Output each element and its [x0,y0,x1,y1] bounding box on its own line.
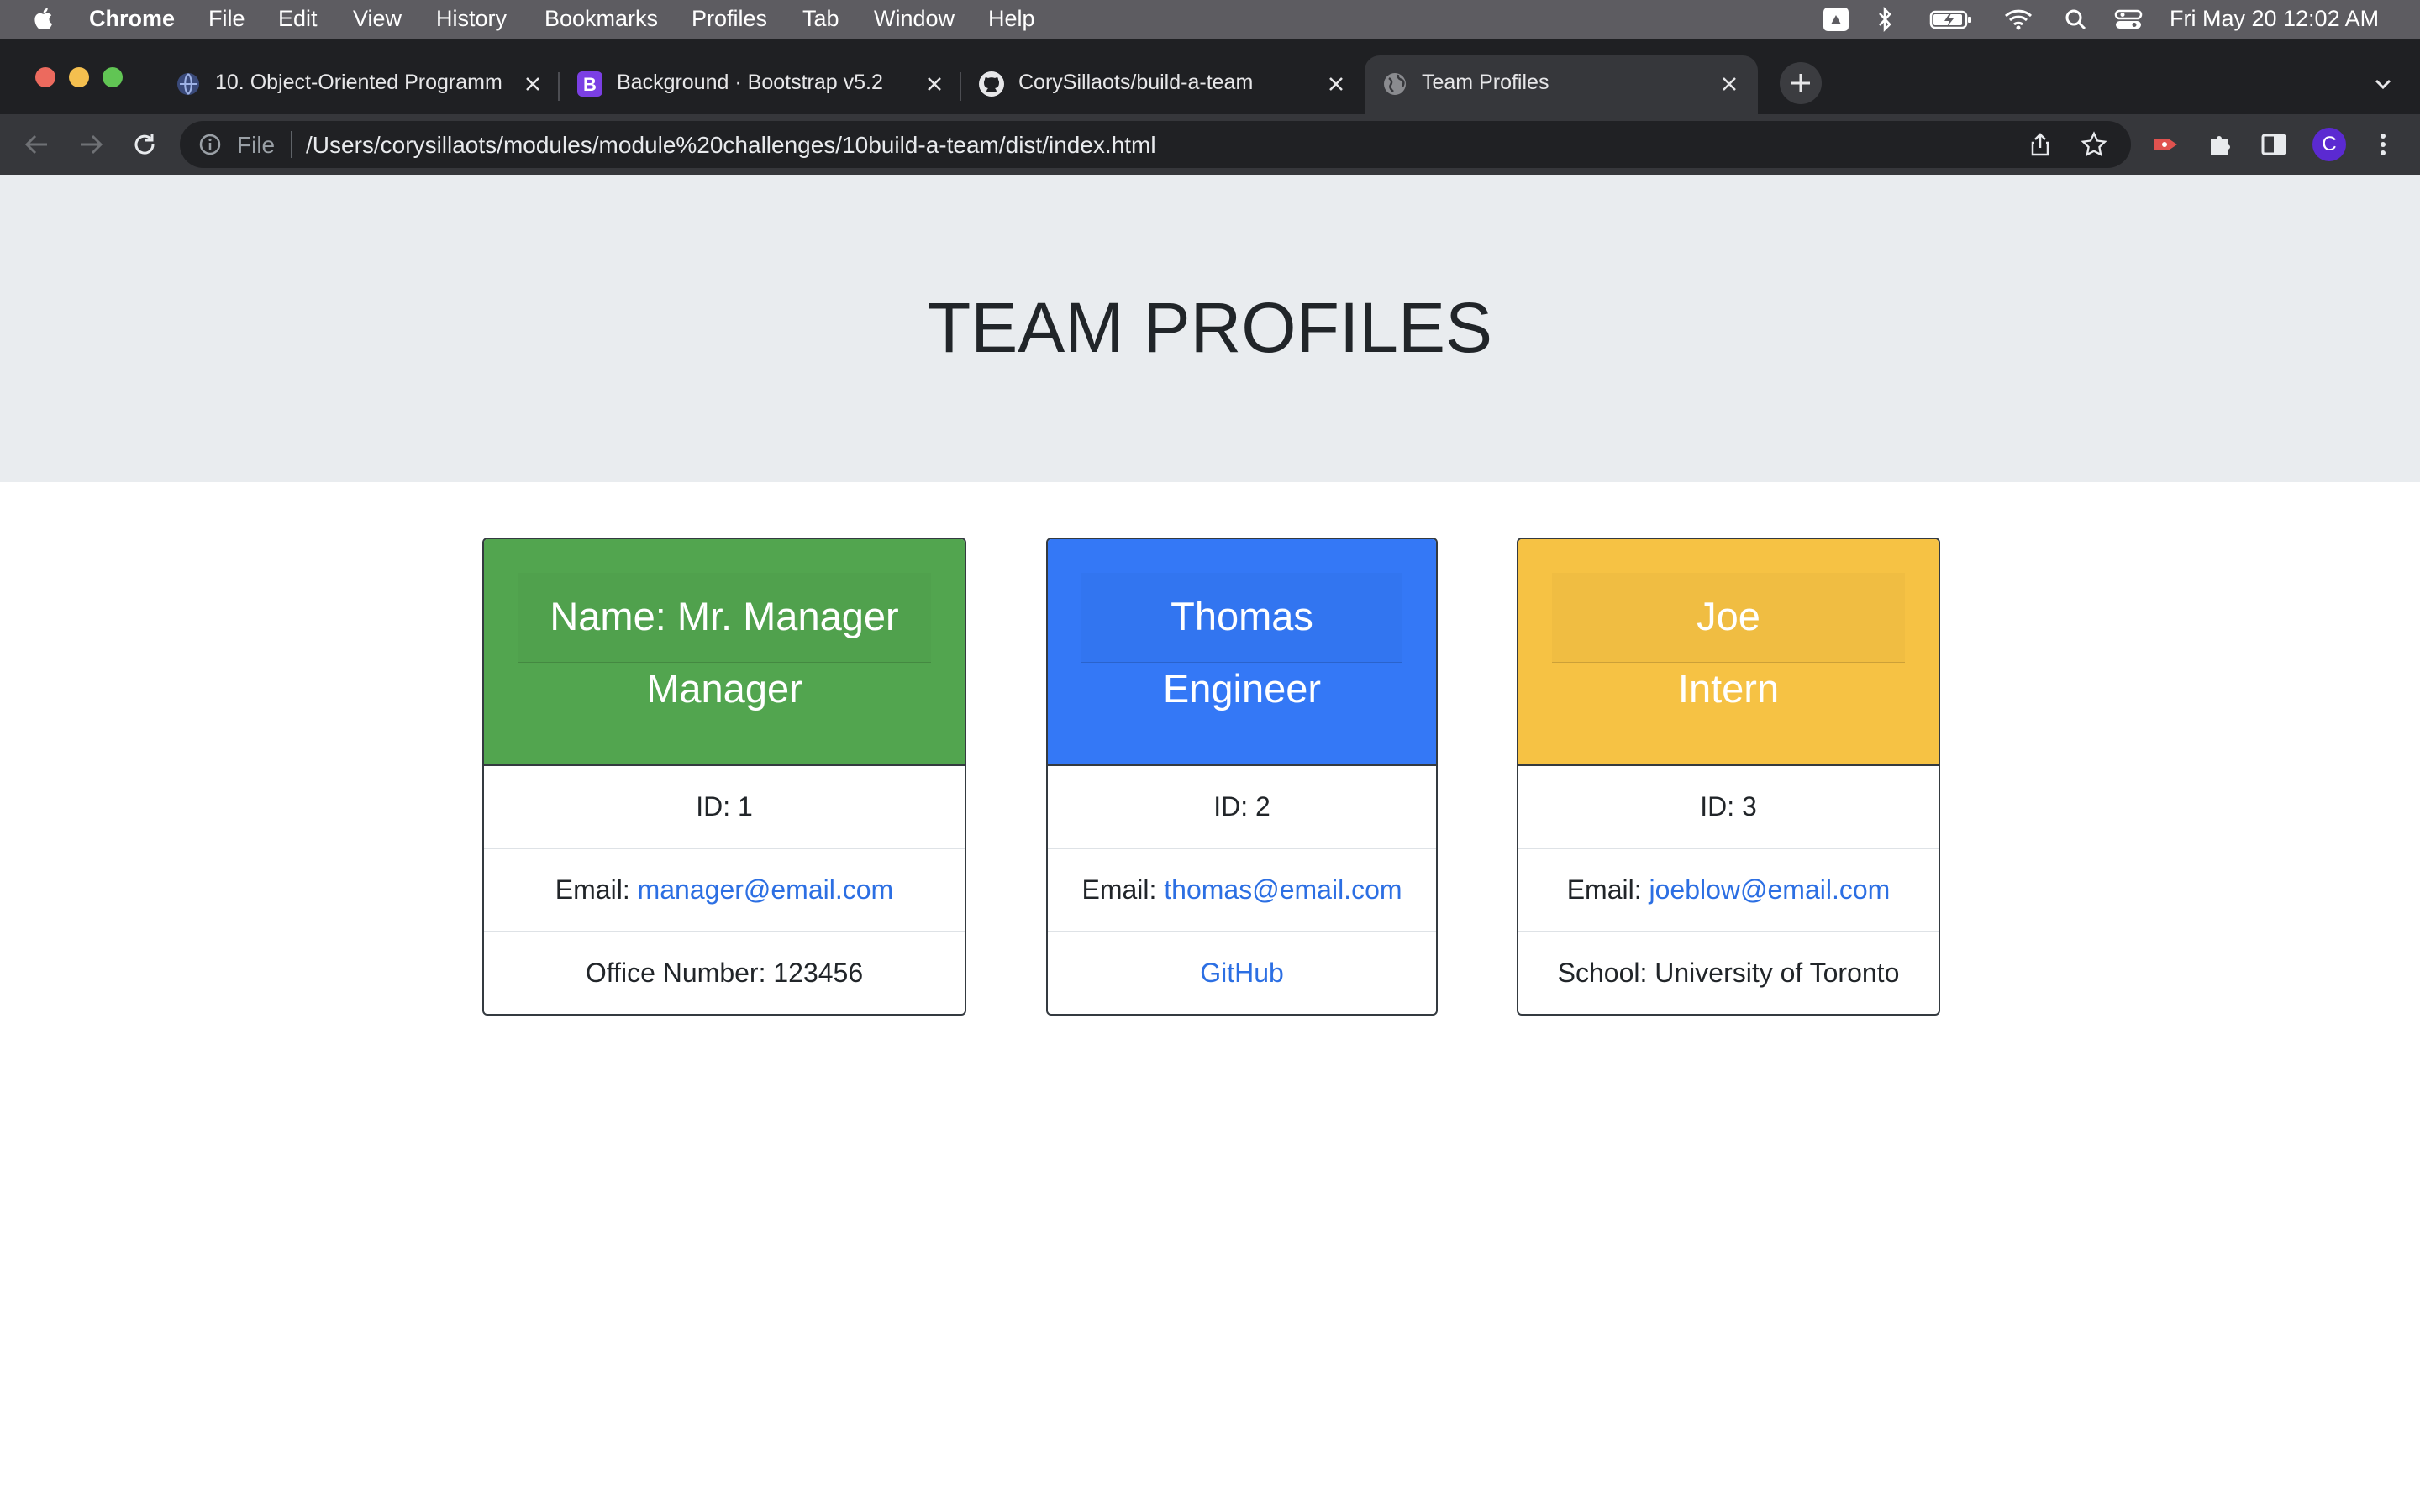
menu-edit[interactable]: Edit [278,6,318,32]
google-drive-icon[interactable] [1822,6,1850,33]
menubar-clock[interactable]: Fri May 20 12:02 AM [2170,6,2379,32]
card-name-box: Name: Mr. Manager [518,573,931,663]
tab-title: CorySillaots/build-a-team [1018,71,1254,94]
employee-role: Manager [646,666,802,711]
window-minimize-button[interactable] [69,67,89,87]
office-number: Office Number: 123456 [484,931,965,1014]
email-link[interactable]: manager@email.com [638,874,894,905]
tab-separator [960,72,961,101]
menu-app-name[interactable]: Chrome [89,6,175,32]
card-details-list: ID: 2 Email: thomas@email.com GitHub [1048,764,1436,1014]
email-link[interactable]: thomas@email.com [1164,874,1402,905]
profile-avatar[interactable]: C [2312,128,2346,161]
employee-card-engineer: Thomas Engineer ID: 2 Email: thomas@emai… [1046,538,1438,1016]
employee-name: Thomas [1171,594,1313,638]
extensions-puzzle-icon[interactable] [2205,129,2235,160]
email-label: Email: [1081,874,1165,905]
address-bar[interactable]: File /Users/corysillaots/modules/module%… [180,121,2131,168]
plus-icon [1791,74,1810,92]
course-icon [177,73,199,95]
battery-icon[interactable] [1929,6,1973,33]
tab-object-oriented-programming[interactable]: 10. Object-Oriented Programm [175,52,544,114]
site-info-icon[interactable] [198,133,222,156]
tab-title: Team Profiles [1422,71,1549,94]
tab-separator [558,72,560,101]
card-details-list: ID: 1 Email: manager@email.com Office Nu… [484,764,965,1014]
window-close-button[interactable] [35,67,55,87]
share-icon[interactable] [2027,131,2054,158]
employee-name: Joe [1697,594,1760,638]
github-row: GitHub [1048,931,1436,1014]
forward-arrow-icon[interactable] [76,129,106,160]
back-arrow-icon[interactable] [22,129,52,160]
menu-window[interactable]: Window [874,6,955,32]
menu-profiles[interactable]: Profiles [692,6,767,32]
employee-id: ID: 3 [1518,764,1939,848]
spotlight-search-icon[interactable] [2064,6,2087,33]
web-page: TEAM PROFILES Name: Mr. Manager Manager … [0,175,2420,1512]
menu-bookmarks[interactable]: Bookmarks [544,6,658,32]
apple-logo-icon[interactable] [32,5,57,32]
menu-history[interactable]: History [436,6,507,32]
card-name-box: Joe [1552,573,1905,663]
close-icon[interactable] [1324,72,1348,96]
menu-help[interactable]: Help [988,6,1035,32]
new-tab-button[interactable] [1780,62,1822,104]
close-icon[interactable] [521,72,544,96]
control-center-icon[interactable] [2114,6,2143,33]
email-label: Email: [555,874,638,905]
card-details-list: ID: 3 Email: joeblow@email.com School: U… [1518,764,1939,1014]
url-text[interactable]: /Users/corysillaots/modules/module%20cha… [306,132,1156,159]
tab-bootstrap-background[interactable]: B Background · Bootstrap v5.2 [576,52,946,114]
email-link[interactable]: joeblow@email.com [1649,874,1890,905]
employee-email-row: Email: manager@email.com [484,848,965,931]
tab-search-chevron-down-icon[interactable] [2370,71,2396,97]
card-name-box: Thomas [1081,573,1402,663]
employee-role: Engineer [1162,666,1322,711]
bootstrap-icon: B [577,71,602,97]
menu-file[interactable]: File [208,6,245,32]
macos-menu-bar: Chrome File Edit View History Bookmarks … [0,0,2420,39]
school: School: University of Toronto [1518,931,1939,1014]
employee-email-row: Email: thomas@email.com [1048,848,1436,931]
github-link[interactable]: GitHub [1200,958,1284,988]
svg-text:B: B [583,74,597,95]
bookmark-star-icon[interactable] [2081,131,2107,158]
wifi-icon[interactable] [2003,6,2033,33]
employee-email-row: Email: joeblow@email.com [1518,848,1939,931]
github-icon [979,71,1004,97]
menu-tab[interactable]: Tab [802,6,839,32]
card-header: Joe Intern [1518,539,1939,764]
url-scheme-label: File [237,132,276,158]
close-icon[interactable] [1718,72,1741,96]
page-title: TEAM PROFILES [927,288,1493,367]
window-zoom-button[interactable] [103,67,123,87]
card-header: Thomas Engineer [1048,539,1436,764]
employee-card-intern: Joe Intern ID: 3 Email: joeblow@email.co… [1517,538,1940,1016]
tab-github-build-a-team[interactable]: CorySillaots/build-a-team [978,52,1348,114]
address-divider [291,131,292,158]
employee-id: ID: 2 [1048,764,1436,848]
globe-icon [1384,73,1406,95]
more-menu-icon[interactable] [2368,129,2398,160]
employee-card-manager: Name: Mr. Manager Manager ID: 1 Email: m… [482,538,966,1016]
employee-role: Intern [1677,666,1780,711]
reload-icon[interactable] [129,129,160,160]
employee-id: ID: 1 [484,764,965,848]
browser-toolbar: File /Users/corysillaots/modules/module%… [0,114,2420,175]
bluetooth-icon[interactable] [1876,6,1894,33]
tab-title: Background · Bootstrap v5.2 [617,71,883,94]
page-header-jumbotron: TEAM PROFILES [0,175,2420,482]
employee-name: Name: Mr. Manager [550,594,899,638]
tab-team-profiles[interactable]: Team Profiles [1365,55,1758,114]
card-header: Name: Mr. Manager Manager [484,539,965,764]
tab-title: 10. Object-Oriented Programm [215,71,502,94]
menu-view[interactable]: View [353,6,402,32]
email-label: Email: [1566,874,1649,905]
extension-record-icon[interactable] [2151,129,2181,160]
close-icon[interactable] [923,72,946,96]
side-panel-icon[interactable] [2259,129,2289,160]
